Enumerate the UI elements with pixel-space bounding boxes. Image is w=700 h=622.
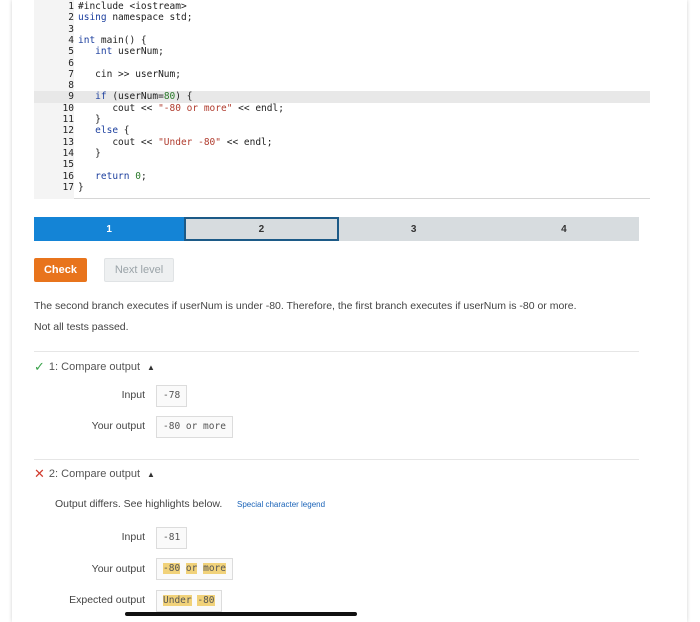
diff-highlight: more [203,563,226,574]
check-button[interactable]: Check [34,258,87,282]
code-line: 15 [34,159,650,171]
test-1-output-value: -80 or more [156,416,233,438]
test-2-input-value: -81 [156,527,188,549]
test-2-toggle[interactable]: ✕ 2: Compare output ▲ [34,466,155,482]
line-number: 1 [68,1,74,12]
diff-highlight: -80 [163,563,181,574]
page-card: 1 #include <iostream> 2 using namespace std… [12,0,687,622]
code-text: } [78,181,84,193]
test-2-output-value: -80 or more [156,558,233,580]
diff-highlight: Under [163,595,192,606]
code-text: int main() { [78,34,147,46]
test-1-header: 1: Compare output [48,361,141,373]
divider [34,351,639,352]
line-number: 2 [68,12,74,24]
line-number: 13 [62,136,74,148]
code-line: 11 } [34,114,650,126]
line-number: 15 [62,159,74,171]
special-character-legend-link[interactable]: Special character legend [237,500,325,509]
line-number: 8 [68,80,74,92]
test-1-input-label: Input [121,389,145,401]
level-segment-1[interactable]: 1 [34,217,185,241]
code-editor[interactable]: 1 #include <iostream> 2 using namespace std… [34,0,650,199]
test-1-toggle[interactable]: ✓ 1: Compare output ▲ [34,359,155,375]
test-2-expected-label: Expected output [69,594,145,606]
line-number: 6 [68,57,74,69]
level-label: 2 [258,223,265,235]
level-label: 3 [410,223,417,235]
line-number: 9 [68,91,74,103]
check-icon: ✓ [34,359,45,374]
code-text: } [78,114,101,125]
line-number: 4 [68,34,74,46]
chevron-up-icon: ▲ [147,469,155,479]
code-line: 14 } [34,148,650,160]
code-line: 7 cin >> userNum; [34,69,650,81]
line-number: 17 [62,181,74,193]
level-segment-2[interactable]: 2 [184,217,339,241]
next-level-button[interactable]: Next level [104,258,174,282]
x-icon: ✕ [34,466,45,481]
code-line: 10 cout << "-80 or more" << endl; [34,103,650,115]
code-text: return 0; [78,170,147,182]
test-1-output-label: Your output [91,420,145,432]
line-number: 3 [68,23,74,35]
code-line: 2 using namespace std; [34,12,650,24]
level-label: 1 [106,223,112,235]
code-line: 9 if (userNum=80) { [34,91,650,103]
diff-highlight: or [185,563,198,574]
code-text: using namespace std; [78,12,193,24]
code-text: if (userNum=80) { [78,91,193,103]
test-2-expected-value: Under -80 [156,590,222,612]
line-number: 10 [62,102,74,114]
home-indicator [125,612,357,616]
code-text: cin >> userNum; [78,68,181,80]
line-number: 14 [62,147,74,159]
line-number: 7 [68,68,74,80]
code-line: 12 else { [34,125,650,137]
divider [34,459,639,460]
level-progress-bar: 1 2 3 4 [34,217,639,241]
diff-highlight: -80 [197,595,215,606]
code-text: cout << "Under -80" << endl; [78,136,273,148]
code-line: 5 int userNum; [34,46,650,58]
output-differs-text: Output differs. See highlights below. [55,498,223,510]
line-number: 5 [68,46,74,58]
code-text: int userNum; [78,46,164,58]
chevron-up-icon: ▲ [147,362,155,372]
level-label: 4 [561,223,567,235]
code-line: 6 [34,58,650,70]
code-text: else { [78,125,130,137]
code-line: 17} [34,182,650,194]
code-line: 4 int main() { [34,35,650,47]
line-number: 16 [62,170,74,182]
test-status-text: Not all tests passed. [34,321,129,333]
code-line: 8 [34,80,650,92]
test-1-input-value: -78 [156,385,188,407]
test-2-header: 2: Compare output [48,468,141,480]
code-text: #include <iostream> [78,1,187,12]
explanation-text: The second branch executes if userNum is… [34,300,577,312]
code-line: 13 cout << "Under -80" << endl; [34,137,650,149]
code-line: 1 #include <iostream> [34,1,650,13]
line-number: 12 [62,125,74,137]
line-number: 11 [62,114,74,125]
code-text: cout << "-80 or more" << endl; [78,102,284,114]
level-segment-3[interactable]: 3 [338,217,489,241]
code-line: 16 return 0; [34,171,650,183]
code-line: 3 [34,24,650,36]
test-2-output-label: Your output [91,563,145,575]
level-segment-4[interactable]: 4 [488,217,639,241]
code-text: } [78,147,101,159]
test-2-input-label: Input [121,531,145,543]
